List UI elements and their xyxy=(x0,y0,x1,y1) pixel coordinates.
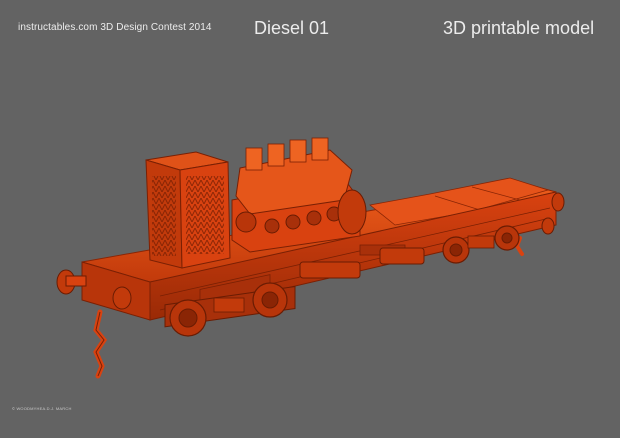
radiator-cabinet xyxy=(145,151,231,269)
v8-engine xyxy=(231,137,367,253)
copyright-note: © WOODMYHEA.D.J. MARCH xyxy=(12,406,72,411)
diesel-railcar-render xyxy=(56,137,565,379)
